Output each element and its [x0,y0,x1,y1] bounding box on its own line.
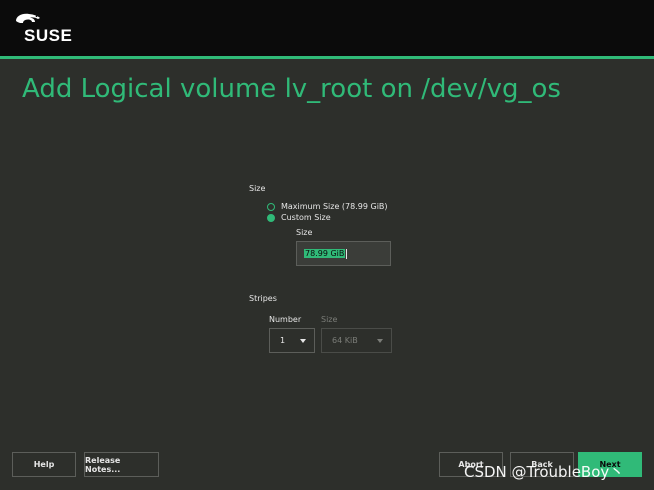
custom-size-field-label: Size [296,228,313,237]
suse-logo: SUSE [14,12,74,45]
chameleon-icon [16,13,40,23]
radio-checked-icon[interactable] [267,213,275,222]
stripes-size-select[interactable]: 64 KiB [321,328,392,353]
logo-wordmark: SUSE [24,26,73,45]
custom-size-label: Custom Size [281,213,331,222]
stripes-size-label: Size [321,315,338,324]
release-notes-button-label: Release Notes... [85,455,121,474]
text-cursor [346,248,348,259]
page-title: Add Logical volume lv_root on /dev/vg_os [22,74,561,104]
chevron-down-icon [377,338,383,343]
custom-size-input[interactable]: 78.99 GiB [296,241,391,266]
header-bar: SUSE [0,0,654,56]
radio-unchecked-icon[interactable] [267,202,275,211]
stripes-number-label: Number [269,315,302,324]
header-accent-line [0,56,654,59]
stripes-number-value: 1 [280,336,286,345]
help-button-label: Help [33,460,55,469]
custom-size-radio[interactable]: Custom Size [267,213,331,222]
stripes-number-select[interactable]: 1 [269,328,315,353]
help-button[interactable]: Help [12,452,76,477]
custom-size-value: 78.99 GiB [304,249,346,258]
stripes-size-value: 64 KiB [332,336,358,345]
chevron-down-icon [300,338,306,343]
size-section-label: Size [249,184,266,193]
watermark: CSDN @TroubleBoy丶 [464,463,625,481]
maximum-size-label: Maximum Size (78.99 GiB) [281,202,388,211]
release-notes-button[interactable]: Release Notes... [84,452,159,477]
stripes-section-label: Stripes [249,294,277,303]
maximum-size-radio[interactable]: Maximum Size (78.99 GiB) [267,202,388,211]
